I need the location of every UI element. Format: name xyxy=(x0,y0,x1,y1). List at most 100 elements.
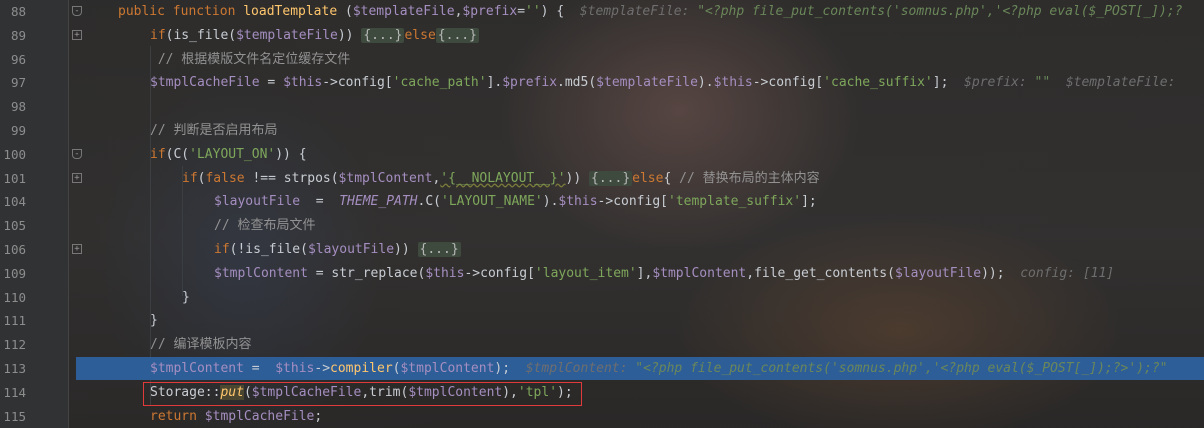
code-line[interactable]: 88- public function loadTemplate ($templa… xyxy=(0,0,1204,23)
fold-expand-icon[interactable]: + xyxy=(72,244,82,254)
code-token: 'LAYOUT_ON' xyxy=(189,146,276,162)
code-token: compiler xyxy=(330,361,393,376)
code-text: // 编译模板内容 xyxy=(150,333,251,356)
line-number: 111 xyxy=(3,313,26,329)
code-token: ( xyxy=(337,4,353,19)
line-number: 97 xyxy=(10,75,26,91)
code-text: if(!is_file($layoutFile)) {...} xyxy=(214,238,461,261)
fold-collapse-icon[interactable]: - xyxy=(72,6,82,16)
inline-debug-hint: "<?php file_put_contents('somnus.php','<… xyxy=(697,4,1183,19)
highlight-box xyxy=(143,382,582,406)
code-text: if(C('LAYOUT_ON')) { xyxy=(150,143,307,166)
code-token: (is_file( xyxy=(165,27,237,43)
line-number: 115 xyxy=(3,408,26,424)
code-token: else xyxy=(404,27,436,43)
fold-expand-icon[interactable]: + xyxy=(72,29,82,40)
folded-block[interactable]: {...} xyxy=(435,27,479,43)
line-number: 99 xyxy=(10,123,26,138)
code-token: = xyxy=(300,194,340,210)
code-token: 'LAYOUT_NAME' xyxy=(441,194,543,210)
code-line[interactable]: 98 xyxy=(0,95,1204,118)
code-token: )) { xyxy=(275,146,307,162)
code-token: $tmplContent xyxy=(214,265,308,281)
code-line[interactable]: 105 // 检查布局文件 xyxy=(0,214,1204,237)
code-token: $templateFile xyxy=(352,4,455,19)
code-text: $layoutFile = THEME_PATH.C('LAYOUT_NAME'… xyxy=(214,190,817,213)
code-text: // 根据模版文件名定位缓存文件 xyxy=(150,48,351,71)
code-token: ); xyxy=(494,361,518,376)
code-token: ]. xyxy=(486,75,503,91)
code-token: ). xyxy=(542,194,559,210)
code-token: ->config[ xyxy=(597,194,668,210)
code-editor[interactable]: 88- public function loadTemplate ($templa… xyxy=(0,0,1204,428)
code-text: return $tmplCacheFile; xyxy=(150,405,322,428)
code-token: 'template_suffix' xyxy=(668,194,802,210)
code-token: (C( xyxy=(165,146,190,162)
inline-debug-hint: "<?php file_put_contents('somnus.php','<… xyxy=(635,361,1168,376)
code-token: .md5( xyxy=(557,75,597,91)
code-line[interactable]: 89 + if(is_file($templateFile)) {...} else{… xyxy=(0,24,1204,47)
code-token: false xyxy=(205,170,245,186)
code-token: ) { xyxy=(540,4,572,19)
code-line[interactable]: 106 + if(!is_file($layoutFile)) {...} xyxy=(0,238,1204,261)
line-number: 88 xyxy=(10,4,26,19)
fold-collapse-icon[interactable]: - xyxy=(72,148,82,159)
code-token: // 替换布局的主体内容 xyxy=(679,170,820,186)
code-token: .C( xyxy=(417,194,441,210)
line-number: 96 xyxy=(10,51,26,67)
code-line[interactable]: 96 // 根据模版文件名定位缓存文件 xyxy=(0,48,1204,71)
code-token: ,file_get_contents( xyxy=(746,265,895,281)
folded-block[interactable]: {...} xyxy=(589,170,633,186)
code-token: ->config[ xyxy=(752,75,824,91)
code-line[interactable]: 100 - if(C('LAYOUT_ON')) { xyxy=(0,143,1204,166)
code-text: $tmplContent = str_replace($this->config… xyxy=(214,262,1114,285)
code-text: } xyxy=(150,309,158,332)
inline-debug-hint: $tmplContent: xyxy=(517,361,636,376)
inline-debug-hint: $prefix: xyxy=(956,75,1035,91)
code-token: )) xyxy=(337,27,362,43)
code-token: $layoutFile xyxy=(307,242,395,257)
code-line[interactable]: 111} xyxy=(0,309,1204,332)
folded-block[interactable]: {...} xyxy=(417,242,461,257)
code-token: ]; xyxy=(932,75,957,91)
code-line[interactable]: 113 $tmplContent = $this->compiler($tmplC… xyxy=(0,357,1204,380)
code-text: // 判断是否启用布局 xyxy=(150,119,277,142)
code-text: $tmplCacheFile = $this->config['cache_pa… xyxy=(150,71,1183,94)
code-line[interactable]: 97 $tmplCacheFile = $this->config['cache_… xyxy=(0,71,1204,94)
code-text: $tmplContent = $this->compiler($tmplCont… xyxy=(150,357,1168,380)
folded-block[interactable]: {...} xyxy=(361,27,405,43)
code-token: '' xyxy=(525,4,541,19)
code-token: $tmplCacheFile xyxy=(204,408,315,424)
code-token: ], xyxy=(636,265,653,281)
code-token: = xyxy=(517,4,526,19)
code-token: $this xyxy=(425,265,465,281)
code-token: // 根据模版文件名定位缓存文件 xyxy=(150,51,351,67)
line-number: 112 xyxy=(3,337,26,353)
code-token: (!is_file( xyxy=(229,242,308,257)
line-number: 89 xyxy=(10,27,26,43)
code-line[interactable]: 110} xyxy=(0,286,1204,309)
code-token: ->config[ xyxy=(322,75,393,91)
code-token: -> xyxy=(314,361,331,376)
line-number: 106 xyxy=(3,242,26,257)
code-line[interactable]: 101 + if(false !== strpos($tmplContent,'{_… xyxy=(0,167,1204,190)
line-number: 105 xyxy=(3,218,26,234)
code-token: $this xyxy=(558,194,598,210)
code-token: // 判断是否启用布局 xyxy=(150,123,278,138)
line-number: 110 xyxy=(3,289,26,305)
code-token: = str_replace( xyxy=(307,265,426,281)
code-line[interactable]: 109 $tmplContent = str_replace($this->con… xyxy=(0,262,1204,285)
fold-expand-icon[interactable]: + xyxy=(72,172,82,183)
code-token: 'cache_path' xyxy=(392,75,487,91)
code-token: if xyxy=(182,170,198,186)
code-line[interactable]: 115 return $tmplCacheFile; xyxy=(0,405,1204,428)
code-token: $prefix xyxy=(502,75,558,91)
code-line[interactable]: 112 // 编译模板内容 xyxy=(0,333,1204,356)
code-token: $layoutFile xyxy=(214,194,301,210)
code-line[interactable]: 99 // 判断是否启用布局 xyxy=(0,119,1204,142)
code-token: return xyxy=(150,408,205,424)
code-token: ->config[ xyxy=(464,265,535,281)
inline-debug-hint: "" xyxy=(1034,75,1051,91)
code-token: if xyxy=(214,242,230,257)
code-line[interactable]: 104 $layoutFile = THEME_PATH.C('LAYOUT_NA… xyxy=(0,190,1204,213)
